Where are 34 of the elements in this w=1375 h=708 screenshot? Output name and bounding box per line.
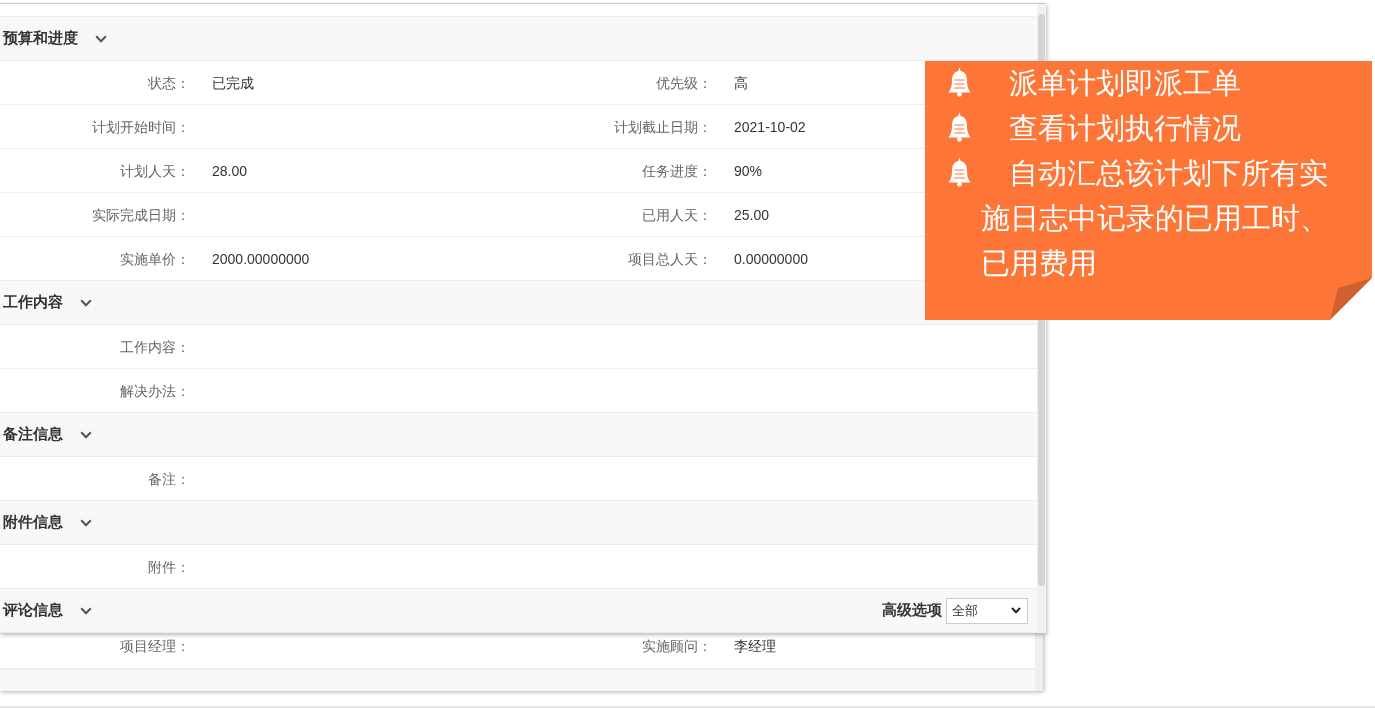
field-label: 解决办法： xyxy=(120,382,190,399)
field-value: 高 xyxy=(734,74,748,91)
field-label: 附件： xyxy=(148,558,190,575)
field-label: 计划开始时间： xyxy=(92,118,190,135)
field-label: 工作内容： xyxy=(120,338,190,355)
field-label: 计划人天： xyxy=(120,162,190,179)
field-label: 备注： xyxy=(148,470,190,487)
section-title: 工作内容 xyxy=(3,293,63,312)
field-value: 0.00000000 xyxy=(734,250,808,267)
section-title: 评论信息 xyxy=(3,601,63,620)
field-label: 计划截止日期： xyxy=(614,118,712,135)
field-label: 已用人天： xyxy=(642,206,712,223)
field-value: 李经理 xyxy=(734,638,776,654)
field-label: 项目总人天： xyxy=(628,250,712,267)
field-value: 已完成 xyxy=(212,74,254,91)
field-label: 实施顾问： xyxy=(642,638,712,654)
field-value: 28.00 xyxy=(212,162,248,179)
section-title: 备注信息 xyxy=(3,425,63,444)
callout-text: 自动汇总该计划下所有实施日志中记录的已用工时、已用费用 xyxy=(981,157,1329,279)
field-label: 任务进度： xyxy=(642,162,712,179)
field-label: 优先级： xyxy=(656,74,712,91)
callout-text: 派单计划即派工单 xyxy=(1009,67,1241,99)
field-value: 2021-10-02 xyxy=(734,118,806,135)
callout-text: 查看计划执行情况 xyxy=(1009,112,1241,144)
field-label: 实施单价： xyxy=(120,250,190,267)
field-value: 25.00 xyxy=(734,206,770,223)
section-title: 附件信息 xyxy=(3,513,63,532)
filter-label: 高级选项 xyxy=(882,601,942,620)
field-value: 90% xyxy=(734,162,763,179)
field-label: 状态： xyxy=(148,74,190,91)
field-label: 项目经理： xyxy=(120,638,190,654)
field-label: 实际完成日期： xyxy=(92,206,190,223)
field-value: 2000.00000000 xyxy=(212,250,310,267)
section-title: 预算和进度 xyxy=(3,29,78,48)
